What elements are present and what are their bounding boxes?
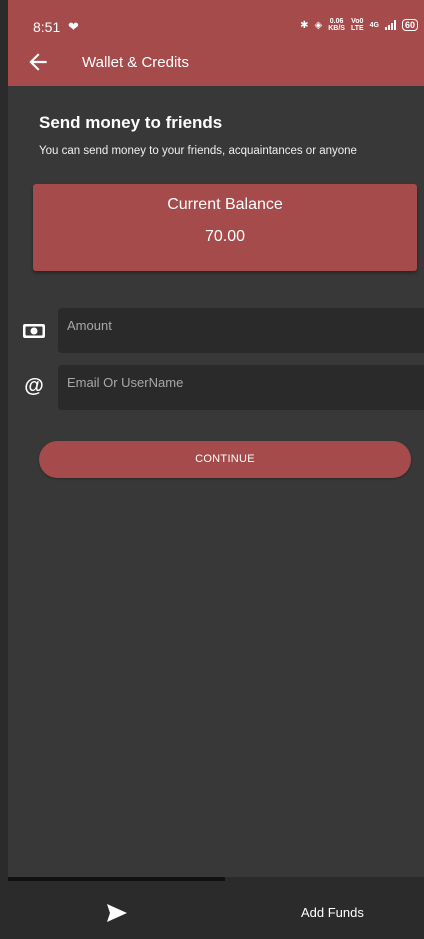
- wallet-screen: 8:51 ❤ ✱ ◈ 0.06 KB/S Vo0 LTE 4G 60 Walle…: [8, 0, 424, 939]
- send-icon[interactable]: [105, 901, 129, 925]
- amount-field[interactable]: [58, 308, 424, 353]
- email-field[interactable]: [58, 365, 424, 410]
- heart-icon: ❤: [68, 19, 79, 34]
- vibrate-icon: ◈: [314, 19, 323, 31]
- volte-indicator: Vo0 LTE: [351, 18, 364, 32]
- bluetooth-icon: ✱: [300, 19, 309, 31]
- net-speed-unit: KB/S: [328, 25, 345, 32]
- email-input[interactable]: [67, 375, 407, 390]
- page-title: Wallet & Credits: [82, 54, 189, 71]
- at-icon: @: [24, 375, 44, 397]
- status-bar: 8:51 ❤ ✱ ◈ 0.06 KB/S Vo0 LTE 4G 60: [8, 0, 424, 38]
- section-title: Send money to friends: [39, 113, 223, 132]
- balance-card: Current Balance 70.00: [33, 184, 417, 271]
- balance-value: 70.00: [204, 228, 246, 245]
- status-time: 8:51: [33, 19, 61, 35]
- volte-bottom: LTE: [350, 25, 364, 32]
- net-speed: 0.06 KB/S: [328, 18, 345, 32]
- volte-top: Vo0: [351, 18, 364, 25]
- tab-indicator: [8, 877, 225, 881]
- amount-input[interactable]: [67, 318, 407, 333]
- signal-icon: [384, 20, 396, 30]
- section-subtitle: You can send money to your friends, acqu…: [39, 145, 357, 157]
- status-icons: ✱ ◈ 0.06 KB/S Vo0 LTE 4G 60: [300, 18, 418, 32]
- money-icon: [20, 320, 48, 342]
- arrow-left-icon[interactable]: [25, 49, 51, 75]
- tab-add-funds[interactable]: Add Funds: [301, 905, 364, 920]
- battery-icon: 60: [401, 19, 418, 31]
- network-type: 4G: [369, 21, 379, 29]
- balance-label: Current Balance: [167, 196, 283, 213]
- bottom-nav: Add Funds: [8, 877, 424, 939]
- net-speed-value: 0.06: [329, 18, 344, 25]
- continue-button[interactable]: CONTINUE: [39, 441, 411, 478]
- app-bar: Wallet & Credits: [8, 38, 424, 86]
